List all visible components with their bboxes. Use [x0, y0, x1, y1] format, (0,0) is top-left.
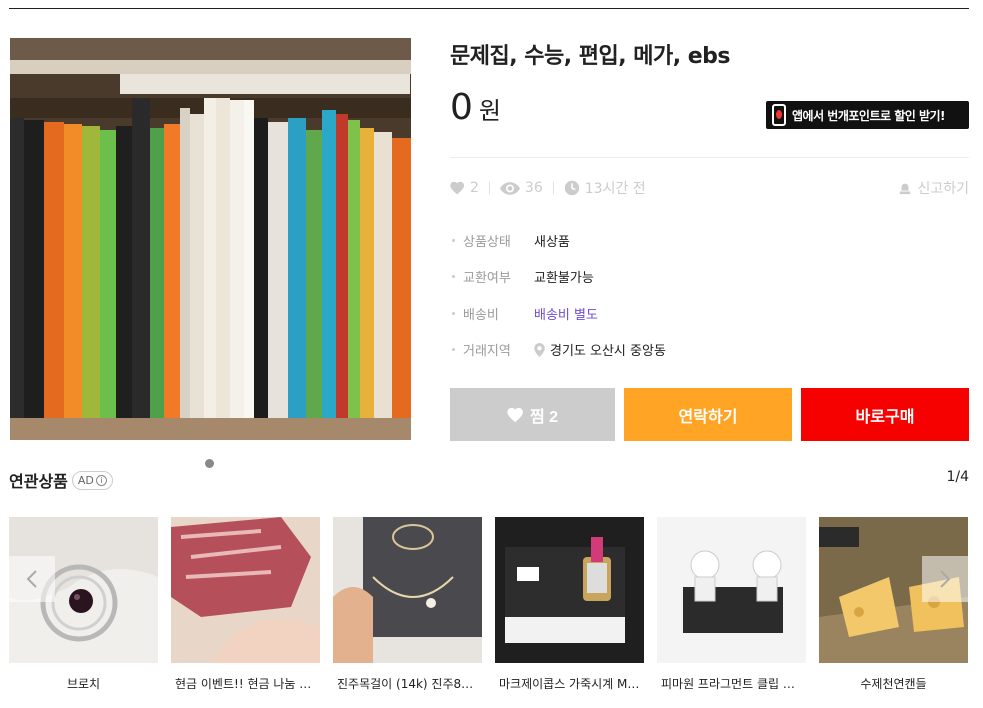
- image-pagination-dot[interactable]: [205, 459, 214, 468]
- like-label: 찜 2: [529, 408, 559, 426]
- related-thumbnail: [171, 517, 320, 663]
- heart-icon: [450, 181, 465, 195]
- related-card[interactable]: 진주목걸이 (14k) 진주8mm: [333, 517, 482, 692]
- info-row-exchange: 교환여부 교환불가능: [452, 259, 952, 296]
- eye-icon: [499, 181, 520, 195]
- info-icon: i: [95, 474, 107, 486]
- price-unit: 원: [478, 97, 501, 125]
- chevron-left-icon: [26, 570, 37, 588]
- product-info-list: 상품상태 새상품 교환여부 교환불가능 배송비 배송비 별도 거래지역 경기도 …: [452, 222, 952, 368]
- clock-icon: [564, 180, 579, 196]
- bullet: [452, 311, 455, 315]
- stat-separator: [552, 182, 554, 194]
- related-name: 마크제이콥스 가죽시계 MJ1...: [499, 677, 644, 691]
- related-thumbnail: [495, 517, 644, 663]
- carousel-prev-button[interactable]: [9, 556, 55, 602]
- price-value: 0: [450, 87, 473, 128]
- related-card[interactable]: 브로치: [9, 517, 158, 692]
- related-pager: 1/4: [946, 469, 969, 485]
- product-title: 문제집, 수능, 편입, 메가, ebs: [450, 44, 731, 69]
- report-label: 신고하기: [917, 181, 969, 197]
- product-stats: 2 36 13시간 전: [450, 178, 646, 198]
- product-price: 0 원: [450, 90, 501, 126]
- bullet: [452, 275, 455, 279]
- info-row-condition: 상품상태 새상품: [452, 222, 952, 259]
- contact-button[interactable]: 연락하기: [624, 388, 792, 441]
- views-stat: 36: [499, 180, 543, 196]
- top-divider: [9, 8, 969, 9]
- views-count: 36: [524, 180, 543, 196]
- info-label: 배송비: [463, 307, 499, 323]
- related-products-heading: 연관상품 AD i: [9, 468, 113, 492]
- like-button[interactable]: 찜 2: [450, 388, 615, 441]
- info-label: 교환여부: [463, 271, 511, 287]
- app-discount-banner[interactable]: 앱에서 번개포인트로 할인 받기!: [766, 101, 969, 129]
- related-card[interactable]: 수제천연캔들: [819, 517, 968, 692]
- related-name: 현금 이벤트!! 현금 나눔 갑니...: [175, 677, 320, 691]
- product-image[interactable]: [10, 38, 411, 440]
- related-name: 피마원 프라그먼트 클립 화이...: [661, 677, 806, 691]
- related-name: 브로치: [66, 677, 101, 691]
- likes-count: 2: [470, 180, 479, 196]
- bullet: [452, 238, 455, 242]
- related-name: 수제천연캔들: [860, 677, 927, 691]
- divider: [450, 157, 969, 158]
- stat-separator: [488, 182, 490, 194]
- info-row-location: 거래지역 경기도 오산시 중앙동: [452, 332, 952, 369]
- ad-badge[interactable]: AD i: [71, 470, 113, 490]
- ad-label: AD: [77, 473, 94, 487]
- phone-icon: [772, 104, 786, 126]
- info-value: 교환불가능: [534, 271, 594, 287]
- related-name: 진주목걸이 (14k) 진주8mm: [337, 677, 482, 691]
- related-thumbnail: [657, 517, 806, 663]
- related-card[interactable]: 피마원 프라그먼트 클립 화이...: [657, 517, 806, 692]
- info-value: 새상품: [534, 234, 570, 250]
- related-title: 연관상품: [9, 472, 68, 491]
- bullet: [452, 348, 455, 352]
- info-label: 상품상태: [463, 234, 511, 250]
- likes-stat: 2: [450, 180, 479, 196]
- report-button[interactable]: 신고하기: [898, 178, 969, 198]
- siren-icon: [900, 183, 911, 195]
- location-value[interactable]: 경기도 오산시 중앙동: [534, 340, 666, 359]
- chevron-right-icon: [940, 570, 951, 588]
- time-stat: 13시간 전: [564, 178, 646, 198]
- info-value: 배송비 별도: [534, 307, 598, 323]
- info-label: 거래지역: [463, 344, 511, 360]
- related-card[interactable]: 마크제이콥스 가죽시계 MJ1...: [495, 517, 644, 692]
- buy-now-button[interactable]: 바로구매: [801, 388, 969, 441]
- related-card[interactable]: 현금 이벤트!! 현금 나눔 갑니...: [171, 517, 320, 692]
- time-ago: 13시간 전: [584, 181, 646, 197]
- related-products-list: 브로치 현금 이벤트!! 현금 나눔 갑니... 진주목걸이 (14k) 진주8…: [9, 517, 969, 697]
- location-pin-icon: [534, 342, 545, 357]
- heart-icon: [507, 407, 523, 422]
- location-text: 경기도 오산시 중앙동: [550, 344, 666, 360]
- app-banner-text: 앱에서 번개포인트로 할인 받기!: [792, 108, 946, 123]
- info-row-shipping: 배송비 배송비 별도: [452, 295, 952, 332]
- carousel-next-button[interactable]: [922, 556, 968, 602]
- related-thumbnail: [333, 517, 482, 663]
